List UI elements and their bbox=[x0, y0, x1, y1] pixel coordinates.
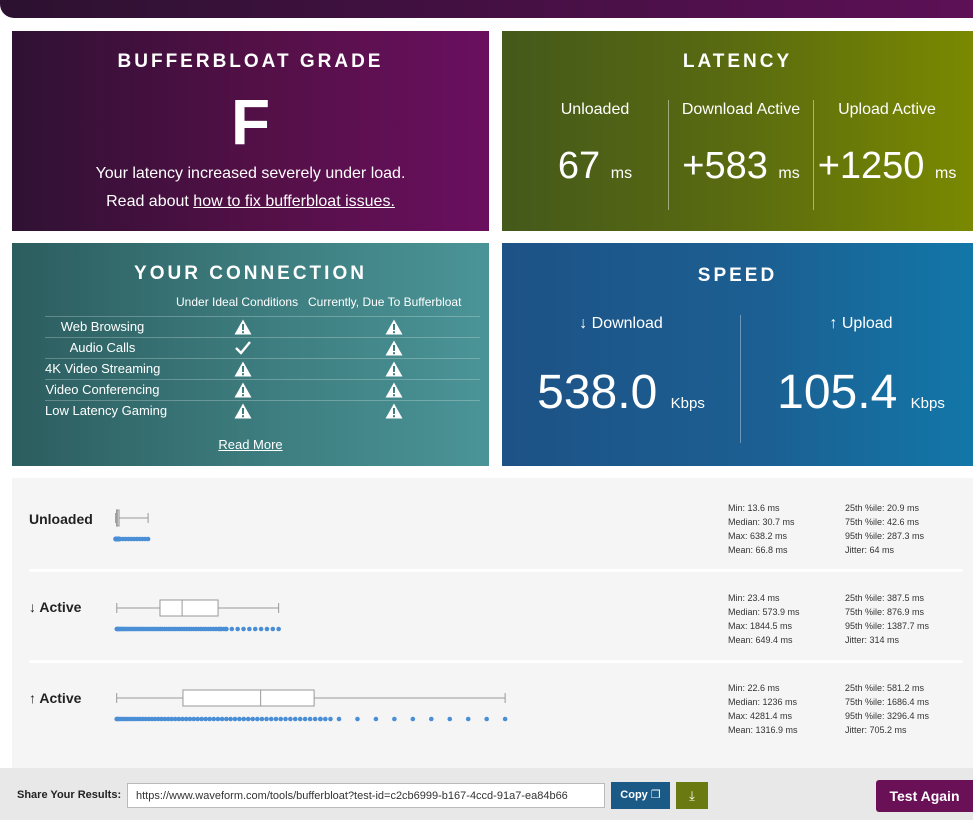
share-label: Share Your Results: bbox=[17, 789, 122, 801]
sample-dot bbox=[373, 716, 379, 722]
sample-dot bbox=[245, 716, 251, 722]
sample-dot bbox=[229, 626, 235, 632]
sample-dot bbox=[428, 716, 434, 722]
sample-dot bbox=[312, 716, 318, 722]
sample-dot bbox=[145, 536, 151, 542]
sample-dot bbox=[215, 716, 221, 722]
sample-dot bbox=[258, 626, 264, 632]
sample-dot bbox=[288, 716, 293, 722]
sample-dot bbox=[447, 716, 453, 722]
sample-dot bbox=[502, 716, 508, 722]
sample-dot bbox=[217, 626, 223, 632]
sample-dot bbox=[259, 716, 265, 722]
boxplot-box bbox=[182, 689, 315, 707]
sample-dot bbox=[247, 626, 252, 632]
sample-dot bbox=[307, 716, 313, 722]
sample-dot bbox=[268, 716, 274, 722]
sample-dot bbox=[232, 716, 238, 722]
copy-button[interactable]: Copy ❐ bbox=[611, 782, 670, 809]
copy-label: Copy bbox=[620, 789, 648, 801]
sample-dot bbox=[336, 716, 342, 722]
sample-dot bbox=[355, 716, 360, 722]
sample-dot bbox=[328, 716, 333, 722]
boxplot-box bbox=[159, 599, 219, 617]
sample-dot bbox=[203, 716, 208, 722]
sample-dot bbox=[276, 626, 281, 632]
sample-dot bbox=[199, 716, 204, 722]
sample-dot bbox=[302, 716, 308, 722]
sample-dot bbox=[323, 716, 328, 722]
bufferbloat-results-page: BUFFERBLOAT GRADE F Your latency increas… bbox=[0, 0, 973, 820]
sample-dot bbox=[223, 626, 229, 632]
sample-dot bbox=[318, 716, 323, 722]
sample-dot bbox=[237, 716, 242, 722]
sample-dot bbox=[241, 626, 246, 632]
sample-dot bbox=[252, 626, 258, 632]
download-icon: ⤓ bbox=[689, 788, 695, 803]
share-url-field[interactable] bbox=[127, 783, 605, 808]
sample-dot bbox=[250, 716, 256, 722]
test-again-button[interactable]: Test Again bbox=[876, 780, 973, 812]
sample-dot bbox=[207, 716, 212, 722]
sample-dot bbox=[283, 716, 288, 722]
sample-dot bbox=[228, 716, 233, 722]
sample-dot bbox=[410, 716, 416, 722]
sample-dot bbox=[484, 716, 489, 722]
sample-dot bbox=[235, 626, 240, 632]
latency-boxplots bbox=[113, 509, 508, 722]
sample-dot bbox=[292, 716, 298, 722]
copy-icon: ❐ bbox=[650, 789, 661, 801]
sample-dot bbox=[255, 716, 260, 722]
sample-dot bbox=[224, 716, 229, 722]
sample-dot bbox=[219, 716, 225, 722]
sample-dot bbox=[273, 716, 279, 722]
sample-dot bbox=[270, 626, 276, 632]
sample-dot bbox=[241, 716, 247, 722]
sample-dot bbox=[211, 716, 217, 722]
sample-dot bbox=[195, 716, 200, 722]
download-button[interactable]: ⤓ bbox=[676, 782, 708, 809]
sample-dot bbox=[264, 626, 270, 632]
sample-dot bbox=[264, 716, 269, 722]
sample-dot bbox=[392, 716, 397, 722]
sample-dot bbox=[278, 716, 284, 722]
sample-dot bbox=[297, 716, 303, 722]
sample-dot bbox=[465, 716, 471, 722]
